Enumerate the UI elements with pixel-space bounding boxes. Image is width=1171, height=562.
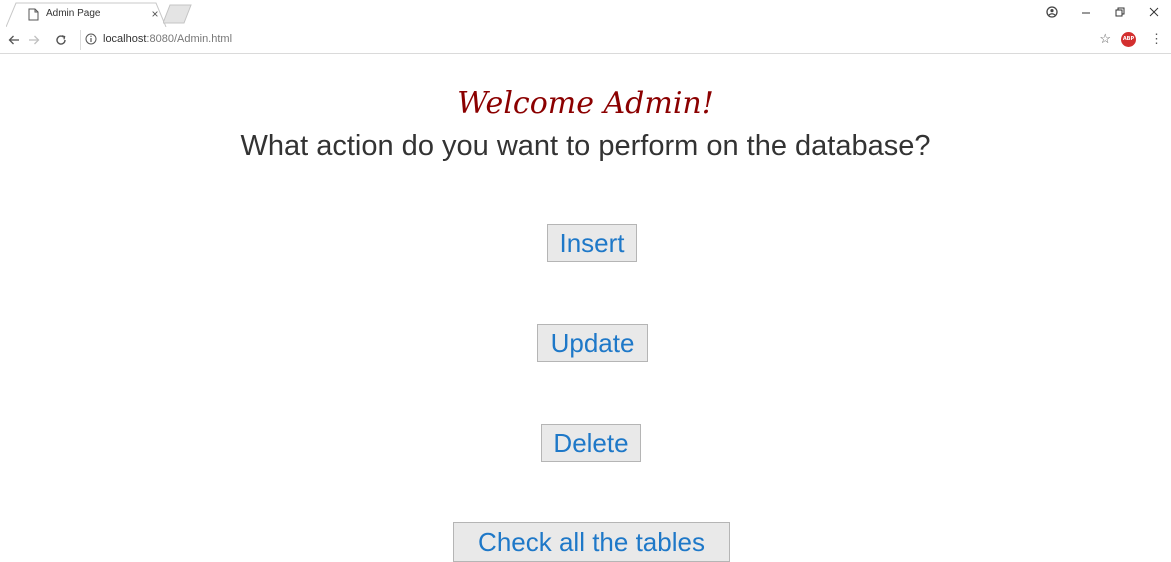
account-icon[interactable] xyxy=(1035,0,1069,24)
address-bar[interactable]: localhost:8080/Admin.html xyxy=(80,30,1089,50)
delete-button[interactable]: Delete xyxy=(541,424,641,462)
question-text: What action do you want to perform on th… xyxy=(240,130,931,162)
tab-title: Admin Page xyxy=(46,8,101,19)
adblock-icon[interactable]: ABP xyxy=(1121,31,1136,47)
forward-icon[interactable] xyxy=(26,32,42,48)
minimize-icon[interactable] xyxy=(1069,0,1103,24)
window-close-icon[interactable] xyxy=(1137,0,1171,24)
new-tab-button[interactable] xyxy=(163,4,193,24)
check-tables-button[interactable]: Check all the tables xyxy=(453,522,730,562)
browser-toolbar: localhost:8080/Admin.html ☆ ABP ⋮ xyxy=(0,27,1171,54)
welcome-heading: Welcome Admin! xyxy=(457,86,714,121)
restore-icon[interactable] xyxy=(1103,0,1137,24)
page-content: Welcome Admin! What action do you want t… xyxy=(0,54,1171,562)
insert-button[interactable]: Insert xyxy=(547,224,637,262)
info-icon[interactable] xyxy=(85,33,97,45)
url-text[interactable]: localhost:8080/Admin.html xyxy=(103,33,232,45)
tab-admin-page[interactable]: Admin Page × xyxy=(6,2,174,27)
reload-icon[interactable] xyxy=(53,32,69,48)
update-button[interactable]: Update xyxy=(537,324,648,362)
star-icon[interactable]: ☆ xyxy=(1099,31,1111,47)
page-icon xyxy=(28,8,39,21)
back-icon[interactable] xyxy=(6,32,22,48)
menu-icon[interactable]: ⋮ xyxy=(1146,31,1163,47)
url-host: localhost xyxy=(103,33,147,45)
tab-strip: Admin Page × xyxy=(0,0,1171,27)
url-path: :8080/Admin.html xyxy=(146,33,233,45)
window-controls xyxy=(1035,0,1171,24)
close-icon[interactable]: × xyxy=(148,6,162,22)
toolbar-actions: ☆ ABP ⋮ xyxy=(1099,31,1163,47)
